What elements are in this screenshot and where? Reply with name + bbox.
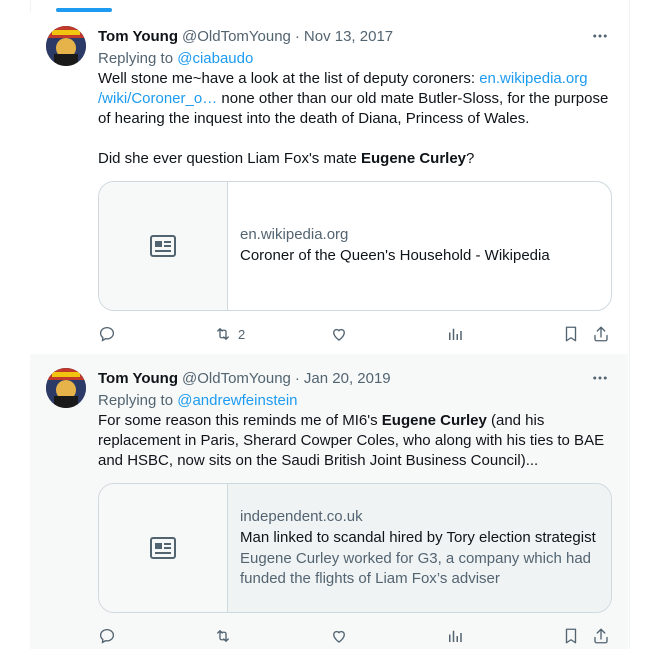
bookmark-icon xyxy=(565,628,577,644)
views-button[interactable] xyxy=(446,626,464,646)
more-options-button[interactable] xyxy=(588,24,612,48)
card-title: Coroner of the Queen's Household - Wikip… xyxy=(240,247,550,264)
share-button[interactable] xyxy=(592,626,610,646)
tweet-text-part: Well stone me~have a look at the list of… xyxy=(98,70,480,87)
bookmark-icon xyxy=(565,326,577,342)
tweet-actions: 2 xyxy=(98,324,612,344)
share-icon xyxy=(594,628,608,644)
tweet[interactable]: Tom Young @OldTomYoung · Jan 20, 2019 Re… xyxy=(30,354,628,649)
separator-dot: · xyxy=(294,27,300,45)
tweet-text-part: For some reason this reminds me of MI6's xyxy=(98,412,382,429)
tweet[interactable]: Tom Young @OldTomYoung · Nov 13, 2017 Re… xyxy=(30,12,628,355)
reply-icon xyxy=(99,326,115,342)
views-icon xyxy=(449,630,462,642)
card-title: Man linked to scandal hired by Tory elec… xyxy=(240,529,596,546)
author-handle[interactable]: @OldTomYoung xyxy=(182,28,291,45)
reply-icon xyxy=(99,628,115,644)
like-icon xyxy=(333,328,345,341)
reply-button[interactable] xyxy=(98,626,116,646)
card-body: en.wikipedia.org Coroner of the Queen's … xyxy=(228,182,611,310)
retweet-button[interactable]: 2 xyxy=(214,324,245,344)
share-button[interactable] xyxy=(592,324,610,344)
more-options-button[interactable] xyxy=(588,366,612,390)
card-thumbnail xyxy=(99,182,228,310)
like-icon xyxy=(333,630,345,643)
separator-dot: · xyxy=(294,369,300,387)
replying-to: Replying to @andrewfeinstein xyxy=(98,391,612,411)
share-icon xyxy=(594,326,608,342)
replying-to-link[interactable]: @andrewfeinstein xyxy=(177,392,297,409)
tweet-header: Tom Young @OldTomYoung · Jan 20, 2019 xyxy=(98,366,612,390)
avatar[interactable] xyxy=(46,26,86,66)
link-card[interactable]: en.wikipedia.org Coroner of the Queen's … xyxy=(98,181,612,311)
avatar-image xyxy=(46,368,86,408)
article-icon xyxy=(150,235,176,257)
tweet-link-part: en.wikipedia.org xyxy=(479,70,588,87)
bookmark-button[interactable] xyxy=(562,324,580,344)
link-card[interactable]: independent.co.uk Man linked to scandal … xyxy=(98,483,612,613)
tweet-text: For some reason this reminds me of MI6's… xyxy=(98,411,612,471)
replying-to: Replying to @ciabaudo xyxy=(98,49,612,69)
tweet-timestamp[interactable]: Nov 13, 2017 xyxy=(304,28,393,45)
retweet-button[interactable] xyxy=(214,626,232,646)
article-icon xyxy=(150,537,176,559)
tweet-text: Well stone me~have a look at the list of… xyxy=(98,69,612,169)
replying-to-link[interactable]: @ciabaudo xyxy=(177,50,253,67)
avatar-image xyxy=(46,26,86,66)
replying-prefix: Replying to xyxy=(98,392,178,409)
author-name[interactable]: Tom Young xyxy=(98,370,178,387)
like-button[interactable] xyxy=(330,324,348,344)
tweet-link-part: /wiki/Coroner_o… xyxy=(98,90,218,107)
tweet-text-part: ? xyxy=(466,150,475,167)
more-icon xyxy=(593,376,607,380)
retweet-icon xyxy=(217,630,229,642)
author-name[interactable]: Tom Young xyxy=(98,28,178,45)
tweet-text-part: Did she ever question Liam Fox's mate xyxy=(98,150,361,167)
card-description: Eugene Curley worked for G3, a company w… xyxy=(240,550,592,587)
tweet-bold-text: Eugene Curley xyxy=(360,150,467,167)
more-icon xyxy=(593,34,607,38)
bookmark-button[interactable] xyxy=(562,626,580,646)
tweet-timestamp[interactable]: Jan 20, 2019 xyxy=(304,370,391,387)
tweet-bold-text: Eugene Curley xyxy=(381,412,487,429)
like-button[interactable] xyxy=(330,626,348,646)
author-handle[interactable]: @OldTomYoung xyxy=(182,370,291,387)
views-button[interactable] xyxy=(446,324,464,344)
retweet-count: 2 xyxy=(238,326,246,342)
retweet-icon xyxy=(217,328,229,340)
card-body: independent.co.uk Man linked to scandal … xyxy=(228,484,611,612)
card-domain: independent.co.uk xyxy=(240,508,363,525)
avatar[interactable] xyxy=(46,368,86,408)
tweet-actions xyxy=(98,626,612,646)
tweet-header: Tom Young @OldTomYoung · Nov 13, 2017 xyxy=(98,24,612,48)
reply-button[interactable] xyxy=(98,324,116,344)
views-icon xyxy=(449,328,462,340)
replying-prefix: Replying to xyxy=(98,50,178,67)
card-thumbnail xyxy=(99,484,228,612)
card-domain: en.wikipedia.org xyxy=(240,226,349,243)
